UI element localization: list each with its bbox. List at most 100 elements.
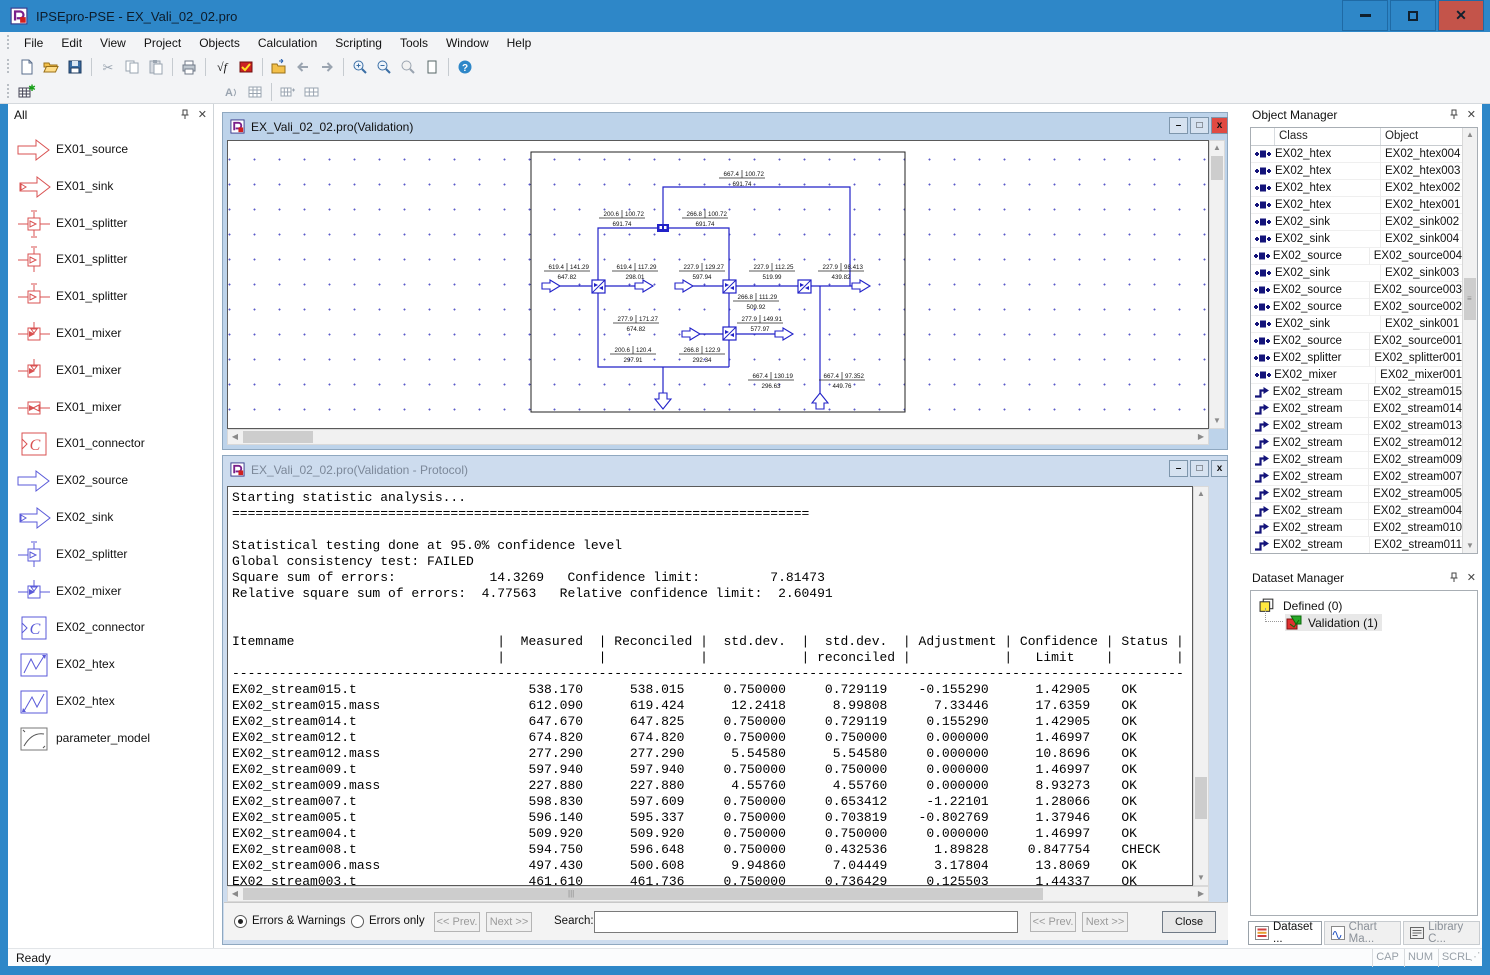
object-row-EX02_stream015[interactable]: EX02_streamEX02_stream015 bbox=[1251, 384, 1462, 401]
protocol-vscrollbar[interactable]: ▲▼ bbox=[1193, 486, 1209, 886]
close-panel-icon[interactable]: ✕ bbox=[1467, 571, 1476, 584]
object-row-EX02_sink004[interactable]: EX02_sinkEX02_sink004 bbox=[1251, 231, 1462, 248]
palette-item-EX02_connector[interactable]: CEX02_connector bbox=[8, 611, 213, 643]
radio-errors-only[interactable] bbox=[351, 915, 364, 928]
flowsheet-hscrollbar[interactable]: ◀▶ bbox=[227, 429, 1209, 445]
palette-item-EX01_source[interactable]: EX01_source bbox=[8, 133, 213, 165]
palette-item-EX01_splitter[interactable]: EX01_splitter bbox=[8, 280, 213, 312]
object-row-EX02_stream014[interactable]: EX02_streamEX02_stream014 bbox=[1251, 401, 1462, 418]
menu-objects[interactable]: Objects bbox=[190, 33, 249, 53]
close-protocol-button[interactable]: Close bbox=[1162, 911, 1216, 933]
open-folder-button[interactable] bbox=[39, 56, 63, 78]
copy-button[interactable] bbox=[120, 56, 144, 78]
cut-button[interactable]: ✂ bbox=[96, 56, 120, 78]
object-row-EX02_htex003[interactable]: EX02_htexEX02_htex003 bbox=[1251, 163, 1462, 180]
radio-errors-warnings[interactable] bbox=[234, 915, 247, 928]
object-row-EX02_stream009[interactable]: EX02_streamEX02_stream009 bbox=[1251, 452, 1462, 469]
object-row-EX02_sink001[interactable]: EX02_sinkEX02_sink001 bbox=[1251, 316, 1462, 333]
palette-item-EX02_htex[interactable]: EX02_htex bbox=[8, 685, 213, 717]
palette-item-EX02_htex[interactable]: EX02_htex bbox=[8, 648, 213, 680]
resize-grip[interactable]: ⋰ bbox=[1468, 949, 1482, 967]
protocol-close-button[interactable]: x bbox=[1211, 460, 1228, 477]
object-row-EX02_sink002[interactable]: EX02_sinkEX02_sink002 bbox=[1251, 214, 1462, 231]
close-panel-icon[interactable]: ✕ bbox=[1467, 108, 1476, 121]
next-error-button[interactable]: Next >> bbox=[486, 912, 532, 932]
object-row-EX02_mixer001[interactable]: EX02_mixerEX02_mixer001 bbox=[1251, 367, 1462, 384]
object-row-EX02_sink003[interactable]: EX02_sinkEX02_sink003 bbox=[1251, 265, 1462, 282]
menu-calculation[interactable]: Calculation bbox=[249, 33, 326, 53]
object-row-EX02_htex002[interactable]: EX02_htexEX02_htex002 bbox=[1251, 180, 1462, 197]
pin-icon[interactable] bbox=[1449, 109, 1459, 120]
table-new-button[interactable]: ✱ bbox=[15, 81, 39, 103]
validation-titlebar[interactable]: EX_Vali_02_02.pro(Validation) bbox=[224, 114, 1226, 139]
prev-error-button[interactable]: << Prev. bbox=[434, 912, 480, 932]
grid-add-button[interactable] bbox=[276, 81, 300, 103]
flowsheet-canvas[interactable]: 667.4100.72691.74200.6100.72691.74266.81… bbox=[227, 140, 1209, 429]
forward-arrow-button[interactable] bbox=[315, 56, 339, 78]
grid-merge-button[interactable] bbox=[300, 81, 324, 103]
palette-item-EX01_connector[interactable]: CEX01_connector bbox=[8, 427, 213, 459]
maximize-button[interactable] bbox=[1390, 0, 1436, 31]
new-doc-button[interactable] bbox=[15, 56, 39, 78]
validation-maximize-button[interactable]: □ bbox=[1190, 117, 1209, 134]
font-style-button[interactable]: A bbox=[219, 81, 243, 103]
object-row-EX02_source004[interactable]: EX02_sourceEX02_source004 bbox=[1251, 248, 1462, 265]
object-row-EX02_stream012[interactable]: EX02_streamEX02_stream012 bbox=[1251, 435, 1462, 452]
palette-item-EX02_mixer[interactable]: EX02_mixer bbox=[8, 575, 213, 607]
object-row-EX02_htex004[interactable]: EX02_htexEX02_htex004 bbox=[1251, 146, 1462, 163]
palette-item-EX01_splitter[interactable]: EX01_splitter bbox=[8, 207, 213, 239]
palette-item-EX01_mixer[interactable]: EX01_mixer bbox=[8, 354, 213, 386]
palette-item-EX02_splitter[interactable]: EX02_splitter bbox=[8, 538, 213, 570]
protocol-maximize-button[interactable]: □ bbox=[1190, 460, 1209, 477]
protocol-text-area[interactable]: Starting statistic analysis... =========… bbox=[227, 486, 1193, 886]
zoom-out-button[interactable] bbox=[372, 56, 396, 78]
tree-item-validation[interactable]: Validation (1) bbox=[1285, 614, 1382, 631]
menu-file[interactable]: File bbox=[15, 33, 52, 53]
menu-project[interactable]: Project bbox=[135, 33, 190, 53]
palette-item-EX01_splitter[interactable]: EX01_splitter bbox=[8, 243, 213, 275]
protocol-minimize-button[interactable]: – bbox=[1169, 460, 1188, 477]
menu-help[interactable]: Help bbox=[498, 33, 541, 53]
object-row-EX02_stream011[interactable]: EX02_streamEX02_stream011 bbox=[1251, 537, 1462, 553]
page-preview-button[interactable] bbox=[420, 56, 444, 78]
tab-chartma[interactable]: Chart Ma... bbox=[1324, 921, 1401, 945]
object-row-EX02_source001[interactable]: EX02_sourceEX02_source001 bbox=[1251, 333, 1462, 350]
menu-view[interactable]: View bbox=[91, 33, 135, 53]
object-row-EX02_htex001[interactable]: EX02_htexEX02_htex001 bbox=[1251, 197, 1462, 214]
search-prev-button[interactable]: << Prev. bbox=[1030, 912, 1076, 932]
run-validation-button[interactable] bbox=[234, 56, 258, 78]
palette-item-EX01_mixer[interactable]: EX01_mixer bbox=[8, 317, 213, 349]
save-button[interactable] bbox=[63, 56, 87, 78]
palette-item-parameter_model[interactable]: parameter_model bbox=[8, 722, 213, 754]
object-row-EX02_stream010[interactable]: EX02_streamEX02_stream010 bbox=[1251, 520, 1462, 537]
object-list-columns[interactable]: Class Object bbox=[1251, 128, 1462, 146]
close-button[interactable]: ✕ bbox=[1438, 0, 1484, 31]
print-button[interactable] bbox=[177, 56, 201, 78]
sqrt-formula-button[interactable]: √f bbox=[210, 56, 234, 78]
object-row-EX02_stream004[interactable]: EX02_streamEX02_stream004 bbox=[1251, 503, 1462, 520]
object-row-EX02_source003[interactable]: EX02_sourceEX02_source003 bbox=[1251, 282, 1462, 299]
back-arrow-button[interactable] bbox=[291, 56, 315, 78]
validation-minimize-button[interactable]: – bbox=[1169, 117, 1188, 134]
menu-window[interactable]: Window bbox=[437, 33, 498, 53]
protocol-hscrollbar[interactable]: ◀▶ ||| bbox=[227, 886, 1209, 902]
pin-icon[interactable] bbox=[180, 109, 190, 120]
minimize-button[interactable] bbox=[1342, 0, 1388, 31]
protocol-titlebar[interactable]: EX_Vali_02_02.pro(Validation - Protocol) bbox=[224, 457, 1226, 482]
tree-item-defined[interactable]: Defined (0) bbox=[1259, 598, 1342, 613]
object-row-EX02_stream005[interactable]: EX02_streamEX02_stream005 bbox=[1251, 486, 1462, 503]
palette-item-EX01_mixer[interactable]: EX01_mixer bbox=[8, 391, 213, 423]
pin-icon[interactable] bbox=[1449, 572, 1459, 583]
import-model-button[interactable] bbox=[267, 56, 291, 78]
object-row-EX02_stream013[interactable]: EX02_streamEX02_stream013 bbox=[1251, 418, 1462, 435]
palette-item-EX02_source[interactable]: EX02_source bbox=[8, 464, 213, 496]
close-panel-icon[interactable]: ✕ bbox=[198, 108, 207, 121]
object-row-EX02_source002[interactable]: EX02_sourceEX02_source002 bbox=[1251, 299, 1462, 316]
palette-item-EX01_sink[interactable]: EX01_sink bbox=[8, 170, 213, 202]
zoom-off-button[interactable] bbox=[396, 56, 420, 78]
flowsheet-vscrollbar[interactable]: ▲▼ bbox=[1209, 140, 1225, 429]
paste-button[interactable] bbox=[144, 56, 168, 78]
menu-edit[interactable]: Edit bbox=[52, 33, 91, 53]
validation-close-button[interactable]: x bbox=[1211, 117, 1228, 134]
search-input[interactable] bbox=[594, 911, 1018, 933]
